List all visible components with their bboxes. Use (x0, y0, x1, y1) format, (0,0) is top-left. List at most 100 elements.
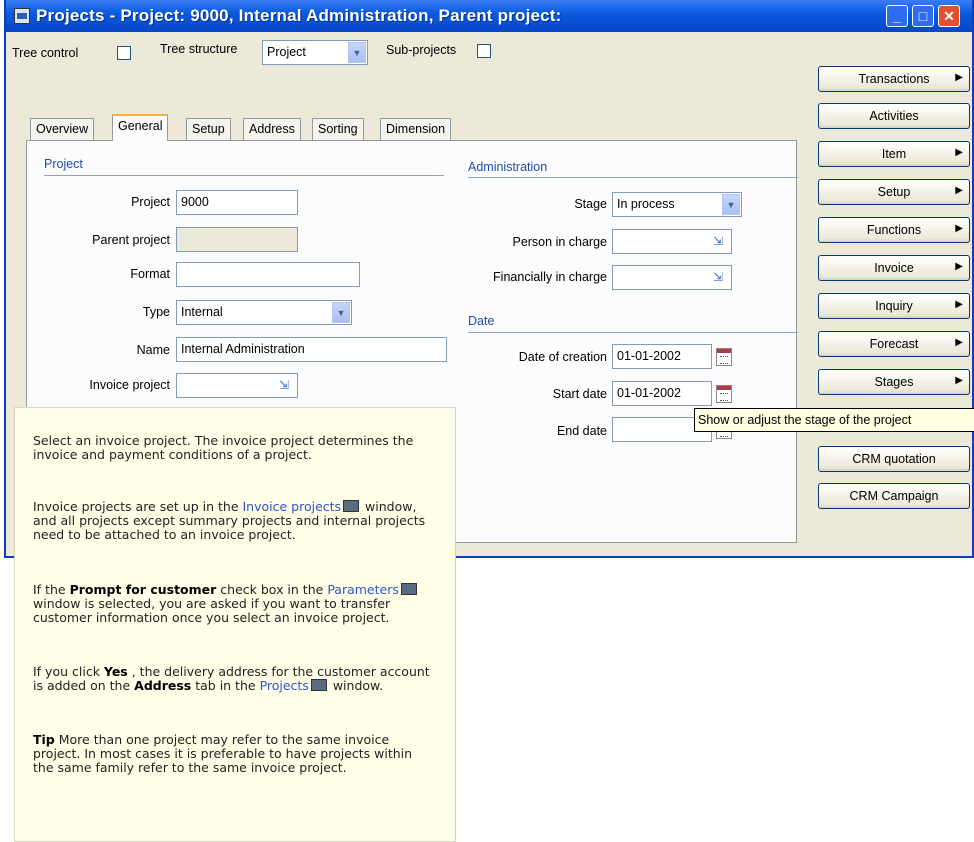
caret-right-icon: ▶ (955, 261, 963, 272)
start-date-label: Start date (552, 387, 607, 401)
caret-right-icon: ▶ (955, 299, 963, 310)
name-field[interactable]: Internal Administration (176, 337, 447, 362)
help-paragraph-5: Tip More than one project may refer to t… (33, 733, 433, 775)
stages-button-label: Stages (874, 375, 914, 389)
crm-quotation-button[interactable]: CRM quotation (818, 446, 970, 472)
setup-button-label: Setup (877, 185, 911, 199)
tab-sorting[interactable]: Sorting (312, 118, 364, 140)
functions-button-label: Functions (866, 223, 922, 237)
help-text: check box in the (220, 582, 324, 597)
close-button[interactable]: ✕ (938, 5, 960, 27)
tab-setup[interactable]: Setup (186, 118, 231, 140)
type-select[interactable]: Internal ▼ (176, 300, 352, 325)
stages-button[interactable]: Stages ▶ (818, 369, 970, 395)
forecast-button-label: Forecast (869, 337, 919, 351)
financially-in-charge-field[interactable]: ⇲ (612, 265, 732, 290)
activities-button-label: Activities (869, 109, 919, 123)
transactions-button[interactable]: Transactions ▶ (818, 66, 970, 92)
invoice-button-label: Invoice (874, 261, 914, 275)
functions-button[interactable]: Functions ▶ (818, 217, 970, 243)
invoice-button[interactable]: Invoice ▶ (818, 255, 970, 281)
date-group-divider (468, 332, 798, 333)
project-label: Project (131, 195, 170, 209)
person-in-charge-label: Person in charge (512, 235, 607, 249)
help-text: More than one project may refer to the s… (33, 732, 413, 775)
tree-structure-select[interactable]: Project ▼ (262, 40, 368, 65)
help-paragraph-3: If the Prompt for customer check box in … (33, 583, 433, 625)
end-date-label: End date (556, 424, 607, 438)
project-group-divider (44, 175, 444, 176)
help-paragraph-1: Select an invoice project. The invoice p… (33, 433, 414, 462)
help-bold-text: Prompt for customer (69, 582, 217, 597)
stage-value: In process (617, 197, 675, 211)
person-in-charge-field[interactable]: ⇲ (612, 229, 732, 254)
start-date-field[interactable]: 01-01-2002 (612, 381, 712, 406)
lookup-icon[interactable]: ⇲ (277, 378, 291, 392)
stages-tooltip: Show or adjust the stage of the project (694, 408, 974, 432)
tab-address[interactable]: Address (243, 118, 301, 140)
help-paragraph-2: Invoice projects are set up in the Invoi… (33, 500, 433, 542)
project-field[interactable]: 9000 (176, 190, 298, 215)
parameters-link[interactable]: Parameters (327, 582, 399, 597)
maximize-button[interactable]: □ (912, 5, 934, 27)
item-button[interactable]: Item ▶ (818, 141, 970, 167)
administration-group-heading: Administration (468, 160, 548, 174)
chevron-down-icon[interactable]: ▼ (722, 194, 740, 215)
lookup-icon[interactable]: ⇲ (711, 270, 725, 284)
format-field[interactable] (176, 262, 360, 287)
window-title: Projects - Project: 9000, Internal Admin… (36, 6, 562, 25)
calendar-icon[interactable] (716, 385, 732, 403)
help-paragraph-4: If you click Yes , the delivery address … (33, 665, 433, 693)
subprojects-checkbox[interactable] (477, 44, 491, 58)
date-of-creation-label: Date of creation (518, 350, 607, 364)
crm-campaign-button-label: CRM Campaign (849, 489, 939, 503)
setup-button[interactable]: Setup ▶ (818, 179, 970, 205)
parent-project-label: Parent project (92, 233, 170, 247)
caret-right-icon: ▶ (955, 223, 963, 234)
project-group-heading: Project (44, 157, 83, 171)
tree-structure-label: Tree structure (160, 42, 238, 56)
stage-select[interactable]: In process ▼ (612, 192, 742, 217)
caret-right-icon: ▶ (955, 147, 963, 158)
name-label: Name (136, 343, 170, 357)
calendar-icon[interactable] (716, 348, 732, 366)
help-bold-text: Yes (103, 664, 128, 679)
type-label: Type (142, 305, 170, 319)
tree-control-checkbox[interactable] (117, 46, 131, 60)
inquiry-button[interactable]: Inquiry ▶ (818, 293, 970, 319)
caret-right-icon: ▶ (955, 375, 963, 386)
inquiry-button-label: Inquiry (875, 299, 913, 313)
format-label: Format (130, 267, 170, 281)
help-text: window is selected, you are asked if you… (33, 596, 391, 625)
financially-in-charge-label: Financially in charge (493, 270, 607, 284)
administration-group-divider (468, 177, 798, 178)
window-icon (310, 679, 327, 691)
help-text: tab in the (195, 678, 256, 693)
caret-right-icon: ▶ (955, 185, 963, 196)
forecast-button[interactable]: Forecast ▶ (818, 331, 970, 357)
crm-campaign-button[interactable]: CRM Campaign (818, 483, 970, 509)
parent-project-field[interactable] (176, 227, 298, 252)
tab-dimension[interactable]: Dimension (380, 118, 452, 140)
help-popup: Select an invoice project. The invoice p… (14, 407, 456, 842)
invoice-projects-link[interactable]: Invoice projects (243, 499, 342, 514)
chevron-down-icon[interactable]: ▼ (348, 42, 366, 63)
invoice-project-field[interactable]: ⇲ (176, 373, 298, 398)
date-of-creation-field[interactable]: 01-01-2002 (612, 344, 712, 369)
date-group-heading: Date (468, 314, 495, 328)
help-bold-text: Tip (33, 732, 55, 747)
projects-link[interactable]: Projects (260, 678, 309, 693)
chevron-down-icon[interactable]: ▼ (332, 302, 350, 323)
stage-label: Stage (574, 197, 607, 211)
activities-button[interactable]: Activities (818, 103, 970, 129)
subprojects-label: Sub-projects (386, 43, 457, 57)
title-bar[interactable]: Projects - Project: 9000, Internal Admin… (6, 0, 972, 32)
lookup-icon[interactable]: ⇲ (711, 234, 725, 248)
tab-general[interactable]: General (112, 114, 169, 141)
tab-overview[interactable]: Overview (30, 118, 95, 140)
minimize-button[interactable]: _ (886, 5, 908, 27)
help-bold-text: Address (134, 678, 192, 693)
help-text: window. (332, 678, 384, 693)
window-icon (400, 583, 417, 595)
caret-right-icon: ▶ (955, 72, 963, 83)
